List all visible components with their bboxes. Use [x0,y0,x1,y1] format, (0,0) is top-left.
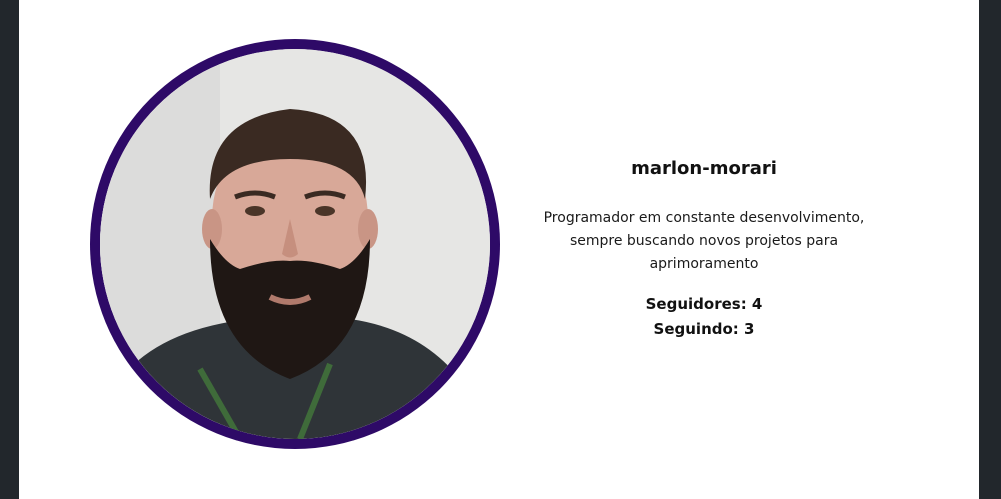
stats: Seguidores: 4 Seguindo: 3 [519,292,889,342]
avatar[interactable] [100,49,490,439]
following-count: Seguindo: 3 [653,320,755,338]
profile-info: marlon-morari Programador em constante d… [519,150,889,342]
profile-card: marlon-morari Programador em constante d… [19,0,979,499]
username: marlon-morari [631,158,777,179]
avatar-photo [100,49,490,439]
followers-count: Seguidores: 4 [645,295,763,313]
avatar-ring [90,39,500,449]
bio: Programador em constante desenvolvimento… [543,210,865,272]
